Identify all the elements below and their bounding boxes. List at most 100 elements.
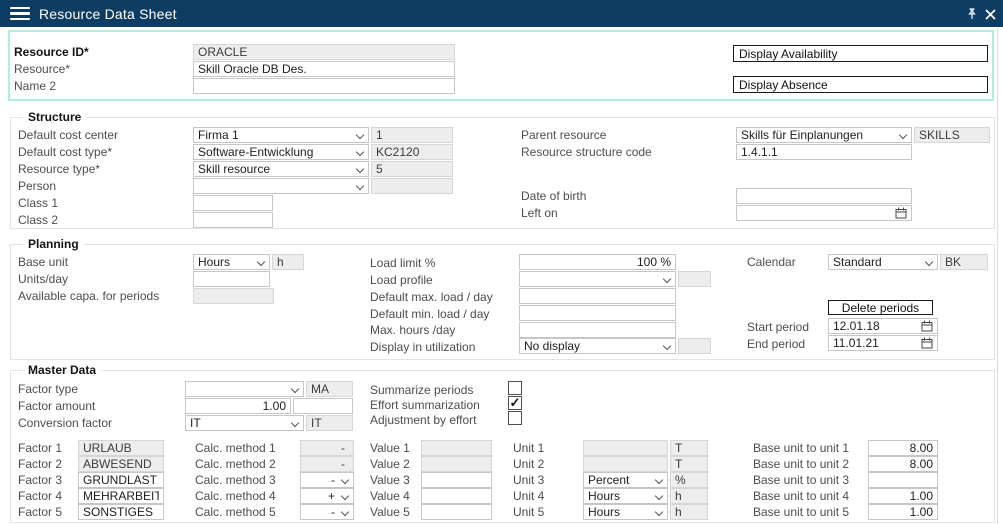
hamburger-menu-icon[interactable] (10, 7, 30, 20)
adjustment-by-effort-checkbox[interactable] (508, 411, 522, 425)
calc-method-3-select[interactable]: - (300, 472, 354, 488)
calendar-code-field: BK (940, 254, 988, 270)
factor-3-input[interactable]: GRUNDLAST (78, 472, 164, 488)
chevron-down-icon (898, 131, 907, 140)
resource-structure-code-input[interactable]: 1.4.1.1 (736, 144, 912, 160)
unit-5-code-field: h (670, 504, 708, 520)
person-select[interactable] (193, 178, 369, 194)
calendar-icon[interactable] (921, 320, 933, 332)
default-cost-center-label: Default cost center (18, 127, 118, 143)
chevron-down-icon (355, 148, 364, 157)
chevron-down-icon (654, 508, 663, 517)
end-period-input[interactable]: 11.01.21 (828, 335, 938, 351)
calc-method-1-label: Calc. method 1 (195, 440, 276, 456)
display-availability-button[interactable]: Display Availability (733, 45, 988, 62)
default-cost-center-select[interactable]: Firma 1 (193, 127, 369, 143)
summarize-periods-label: Summarize periods (370, 382, 473, 398)
factor-5-label: Factor 5 (18, 504, 62, 520)
load-profile-label: Load profile (370, 272, 433, 288)
conversion-factor-select[interactable]: IT (185, 415, 304, 431)
pin-icon[interactable] (964, 6, 980, 22)
load-profile-select[interactable] (519, 271, 676, 287)
factor-1-field: URLAUB (78, 440, 164, 456)
left-on-label: Left on (521, 205, 558, 221)
value-3-input[interactable] (421, 472, 492, 488)
available-capa-field (193, 288, 274, 304)
unit-3-label: Unit 3 (513, 472, 544, 488)
resource-name-input[interactable]: Skill Oracle DB Des. (193, 61, 455, 77)
base-unit-to-unit-4-input[interactable]: 1.00 (868, 488, 938, 504)
max-hours-day-label: Max. hours /day (370, 322, 455, 338)
base-unit-select[interactable]: Hours (193, 254, 270, 270)
unit-3-select[interactable]: Percent (583, 472, 668, 488)
factor-2-field: ABWESEND (78, 456, 164, 472)
factor-5-input[interactable]: SONSTIGES (78, 504, 164, 520)
base-unit-to-unit-2-label: Base unit to unit 2 (753, 456, 849, 472)
value-1-field (421, 440, 492, 456)
chevron-down-icon (340, 508, 349, 517)
load-profile-code-field (678, 271, 711, 287)
end-period-label: End period (747, 336, 805, 352)
calendar-icon[interactable] (895, 207, 907, 219)
load-limit-input[interactable]: 100 % (519, 254, 676, 270)
calc-method-2-label: Calc. method 2 (195, 456, 276, 472)
default-max-load-input[interactable] (519, 288, 676, 304)
factor-type-code-field: MA (306, 381, 353, 397)
value-2-field (421, 456, 492, 472)
factor-type-select[interactable] (185, 381, 304, 397)
available-capa-label: Available capa. for periods (18, 288, 159, 304)
unit-2-label: Unit 2 (513, 456, 544, 472)
base-unit-to-unit-1-input[interactable]: 8.00 (868, 440, 938, 456)
date-of-birth-input[interactable] (736, 188, 912, 204)
close-icon[interactable] (982, 6, 998, 22)
value-4-label: Value 4 (370, 488, 410, 504)
default-cost-center-code-field: 1 (371, 127, 453, 143)
unit-5-select[interactable]: Hours (583, 504, 668, 520)
calc-method-5-select[interactable]: - (300, 504, 354, 520)
chevron-down-icon (290, 385, 299, 394)
resource-type-select[interactable]: Skill resource (193, 161, 369, 177)
resource-type-label: Resource type* (18, 161, 100, 177)
summarize-periods-checkbox[interactable] (508, 381, 522, 395)
calendar-icon[interactable] (921, 337, 933, 349)
value-5-input[interactable] (421, 504, 492, 520)
default-cost-type-code-field: KC2120 (371, 144, 453, 160)
default-min-load-input[interactable] (519, 305, 676, 321)
resource-data-sheet-window: Resource Data Sheet Resource ID* Resourc… (0, 0, 1003, 524)
factor-4-input[interactable]: MEHRARBEIT (78, 488, 164, 504)
resource-label: Resource* (14, 61, 70, 77)
unit-1-label: Unit 1 (513, 440, 544, 456)
date-of-birth-label: Date of birth (521, 188, 586, 204)
structure-section-title: Structure (23, 110, 86, 124)
base-unit-to-unit-5-input[interactable]: 1.00 (868, 504, 938, 520)
calendar-select[interactable]: Standard (828, 254, 938, 270)
start-period-input[interactable]: 12.01.18 (828, 318, 938, 334)
factor-amount-unit-field (293, 398, 353, 414)
units-per-day-input[interactable] (193, 271, 270, 287)
parent-resource-select[interactable]: Skills für Einplanungen (736, 127, 912, 143)
base-unit-to-unit-5-label: Base unit to unit 5 (753, 504, 849, 520)
display-in-utilization-code-field (678, 338, 711, 354)
left-on-input[interactable] (736, 205, 912, 221)
calc-method-4-select[interactable]: + (300, 488, 354, 504)
effort-summarization-checkbox[interactable] (508, 396, 522, 410)
display-absence-button[interactable]: Display Absence (733, 76, 988, 93)
unit-2-code-field: T (670, 456, 708, 472)
base-unit-to-unit-3-input[interactable] (868, 472, 938, 488)
factor-amount-input[interactable]: 1.00 (185, 398, 291, 414)
value-4-input[interactable] (421, 488, 492, 504)
name2-input[interactable] (193, 78, 455, 94)
conversion-factor-label: Conversion factor (18, 415, 112, 431)
chevron-down-icon (662, 342, 671, 351)
delete-periods-button[interactable]: Delete periods (828, 300, 933, 315)
unit-4-select[interactable]: Hours (583, 488, 668, 504)
display-in-utilization-select[interactable]: No display (519, 338, 676, 354)
max-hours-day-input[interactable] (519, 322, 676, 338)
base-unit-to-unit-2-input[interactable]: 8.00 (868, 456, 938, 472)
class2-input[interactable] (193, 212, 273, 228)
unit-4-code-field: h (670, 488, 708, 504)
effort-summarization-label: Effort summarization (370, 397, 480, 413)
base-unit-to-unit-1-label: Base unit to unit 1 (753, 440, 849, 456)
default-cost-type-select[interactable]: Software-Entwicklung (193, 144, 369, 160)
class1-input[interactable] (193, 195, 273, 211)
